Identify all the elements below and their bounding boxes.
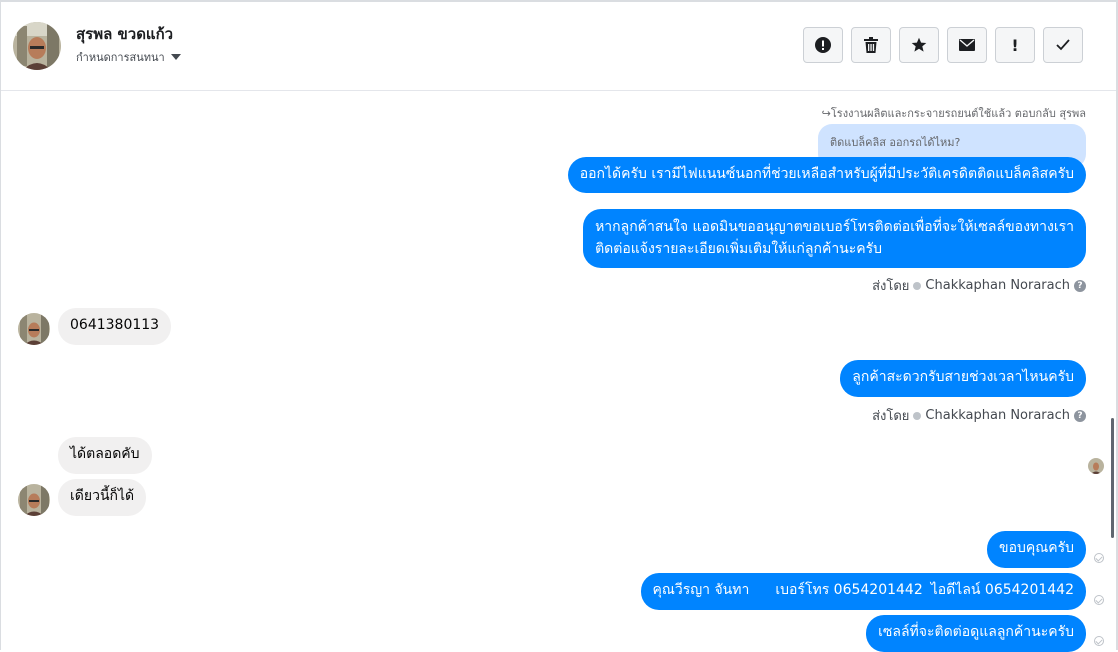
outgoing-message[interactable]: เซลล์ที่จะติดต่อดูแลลูกค้านะครับ <box>866 615 1086 652</box>
message-line: หากลูกค้าสนใจ แอดมินขออนุญาตขอเบอร์โทรติ… <box>595 219 1074 235</box>
mark-spam-button[interactable] <box>803 27 843 63</box>
assign-conversation-dropdown[interactable]: กำหนดการสนทนา <box>76 48 181 66</box>
caret-down-icon <box>170 54 181 60</box>
sent-by-label: ส่งโดย <box>872 279 910 294</box>
message-line: ติดต่อแจ้งรายละเอียดเพิ่มเติมให้แก่ลูกค้… <box>595 241 883 257</box>
delete-button[interactable] <box>851 27 891 63</box>
follow-up-button[interactable]: ! <box>995 27 1035 63</box>
verified-icon <box>913 281 922 290</box>
scrollbar-thumb[interactable] <box>1111 418 1114 538</box>
sender-name[interactable]: Chakkaphan Norarach <box>925 278 1070 293</box>
outgoing-message[interactable]: คุณวีรญา จันทา เบอร์โทร 0654201442 ไอดีไ… <box>640 573 1086 610</box>
incoming-message[interactable]: ได้ตลอดคับ <box>58 437 152 474</box>
outgoing-message[interactable]: ลูกค้าสะดวกรับสายช่วงเวลาไหนครับ <box>840 360 1086 397</box>
trash-icon <box>864 37 878 53</box>
incoming-message[interactable]: เดียวนี้ก็ได้ <box>58 479 147 516</box>
exclamation-icon: ! <box>1011 35 1019 55</box>
window-left-border <box>0 0 1 650</box>
conversation-header: สุรพล ขวดแก้ว กำหนดการสนทนา ! <box>1 2 1116 91</box>
seen-avatar <box>1088 458 1104 474</box>
check-icon <box>1056 39 1070 51</box>
sent-by-info: ส่งโดย Chakkaphan Norarach ? <box>872 275 1086 296</box>
star-icon <box>911 37 927 52</box>
message-segment: ไอดีไลน์ 0654201442 <box>930 582 1074 598</box>
outgoing-message[interactable]: หากลูกค้าสนใจ แอดมินขออนุญาตขอเบอร์โทรติ… <box>583 209 1086 268</box>
alert-icon <box>815 37 831 53</box>
sent-status-icon <box>1094 636 1104 646</box>
envelope-icon <box>959 39 975 51</box>
sent-by-info: ส่งโดย Chakkaphan Norarach ? <box>872 405 1086 426</box>
sent-by-label: ส่งโดย <box>872 409 910 424</box>
verified-icon <box>913 411 922 420</box>
message-segment: เบอร์โทร 0654201442 <box>775 582 923 598</box>
sent-status-icon <box>1094 553 1104 563</box>
contact-avatar-small <box>18 484 50 516</box>
assign-conversation-label: กำหนดการสนทนา <box>76 51 165 64</box>
help-icon[interactable]: ? <box>1074 409 1086 422</box>
contact-name[interactable]: สุรพล ขวดแก้ว <box>76 22 173 46</box>
mark-unread-button[interactable] <box>947 27 987 63</box>
star-button[interactable] <box>899 27 939 63</box>
contact-avatar-small <box>18 313 50 345</box>
message-segment: คุณวีรญา จันทา <box>652 582 750 598</box>
reply-context-note: ↪โรงงานผลิตและกระจายรถยนต์ใช้แล้ว ตอบกลั… <box>821 107 1086 120</box>
sent-status-icon <box>1094 595 1104 605</box>
contact-avatar[interactable] <box>13 22 61 70</box>
mark-done-button[interactable] <box>1043 27 1083 63</box>
outgoing-message[interactable]: ขอบคุณครับ <box>987 531 1086 568</box>
sender-name[interactable]: Chakkaphan Norarach <box>925 408 1070 423</box>
help-icon[interactable]: ? <box>1074 279 1086 292</box>
outgoing-message[interactable]: ออกได้ครับ เรามีไฟแนนซ์นอกที่ช่วยเหลือสำ… <box>567 157 1086 193</box>
incoming-message[interactable]: 0641380113 <box>58 308 172 345</box>
